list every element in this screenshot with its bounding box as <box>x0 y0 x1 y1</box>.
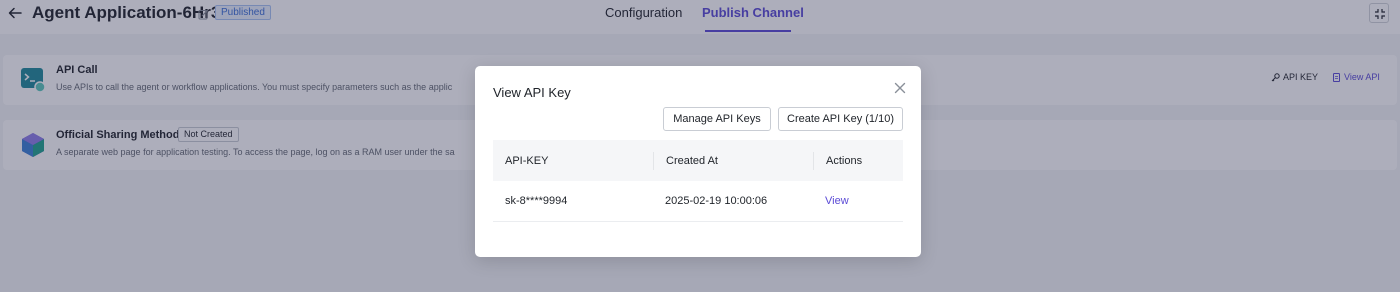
close-icon[interactable] <box>894 81 906 94</box>
column-header-created-at: Created At <box>653 151 813 170</box>
table-row: sk-8****9994 2025-02-19 10:00:06 View <box>493 181 903 222</box>
column-header-actions: Actions <box>813 151 903 170</box>
created-at-value: 2025-02-19 10:00:06 <box>665 195 768 207</box>
view-api-key-modal: View API Key Manage API Keys Create API … <box>475 66 921 257</box>
api-key-value: sk-8****9994 <box>505 195 568 207</box>
create-api-key-button[interactable]: Create API Key (1/10) <box>778 107 903 131</box>
manage-api-keys-button[interactable]: Manage API Keys <box>663 107 771 131</box>
table-header-row: API-KEY Created At Actions <box>493 140 903 181</box>
modal-title: View API Key <box>493 85 571 100</box>
view-key-link[interactable]: View <box>825 195 849 207</box>
api-key-table: API-KEY Created At Actions sk-8****9994 … <box>493 140 903 222</box>
actions-cell: View <box>813 181 903 221</box>
column-header-api-key: API-KEY <box>505 154 549 167</box>
